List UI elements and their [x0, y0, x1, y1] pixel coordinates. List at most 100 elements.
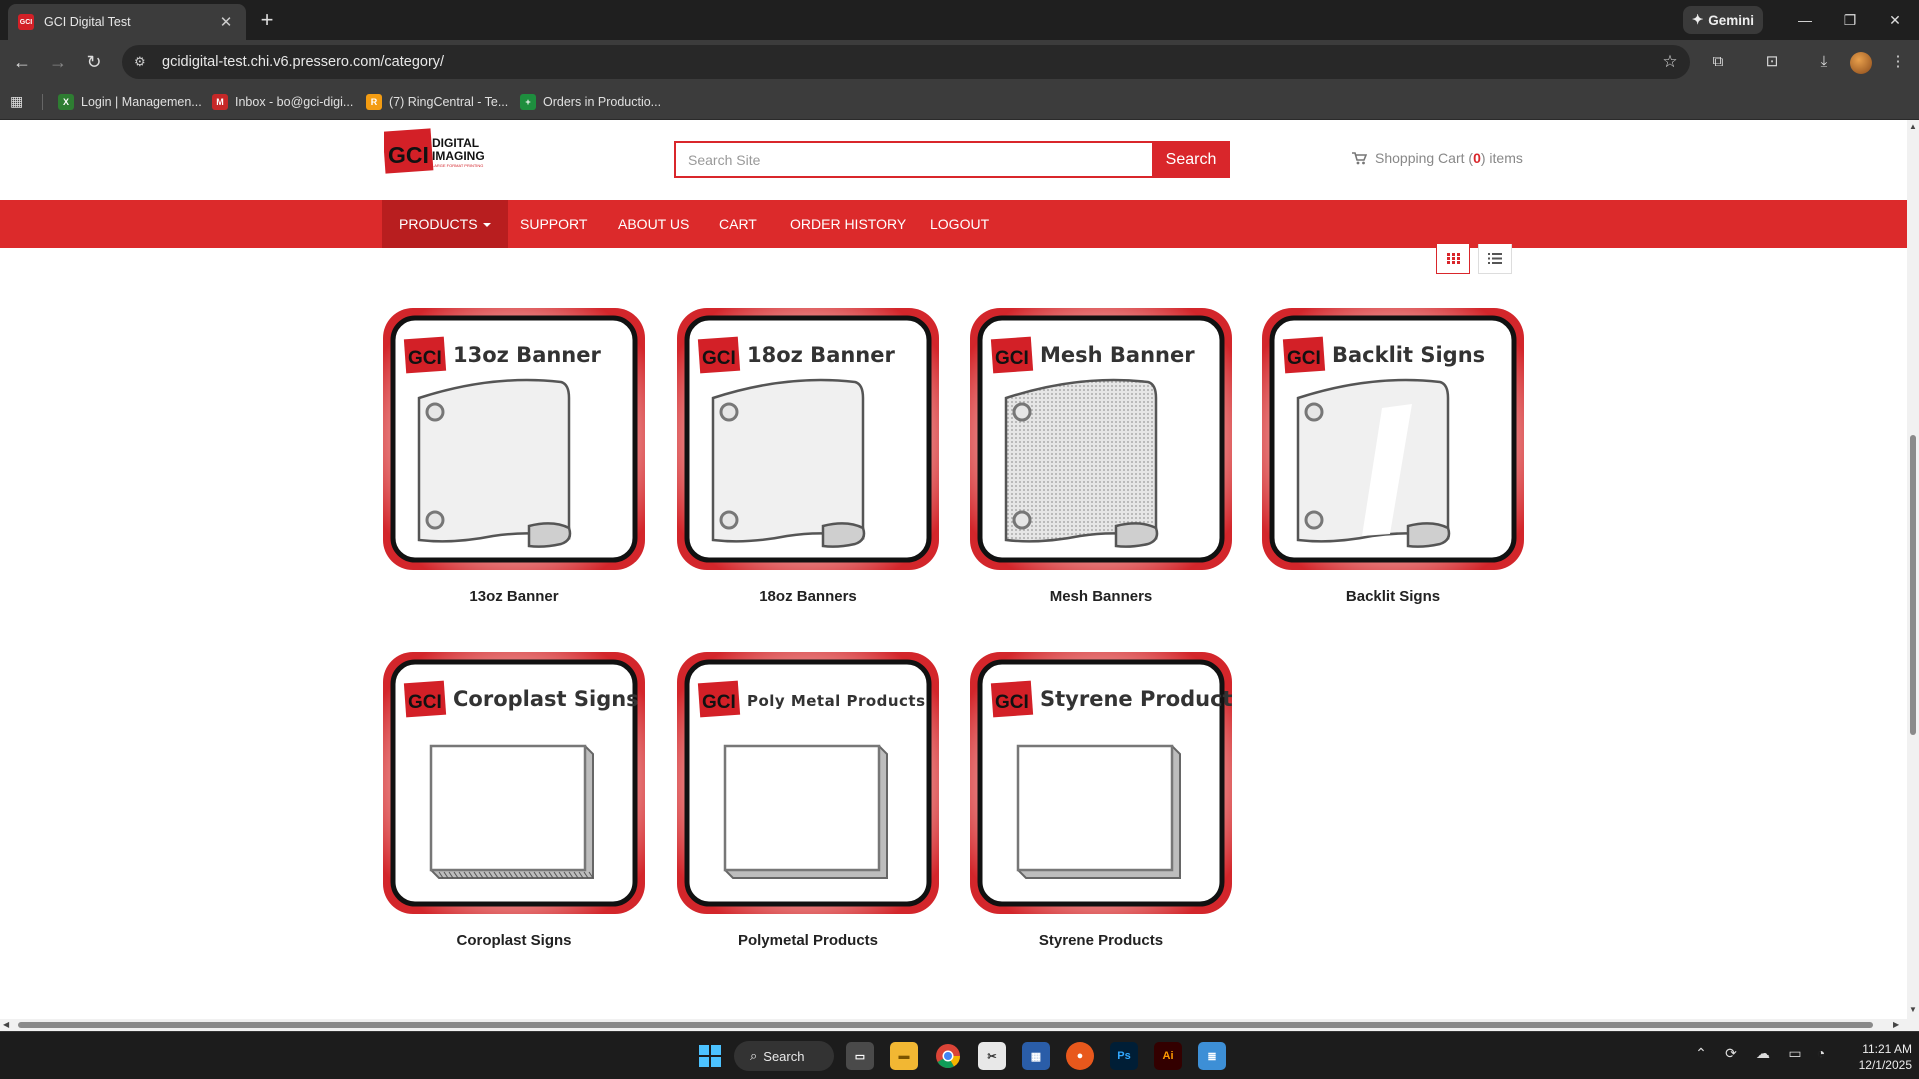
sync-icon[interactable]: ⟳	[1720, 1045, 1742, 1062]
shopping-cart-link[interactable]: Shopping Cart (0) items	[1352, 150, 1523, 166]
scroll-up-icon[interactable]: ▲	[1909, 122, 1917, 131]
photoshop-icon[interactable]: Ps	[1110, 1042, 1138, 1070]
network-icon[interactable]: ◔	[1810, 1045, 1832, 1061]
display-icon[interactable]: ▭	[1784, 1045, 1806, 1062]
search-icon: ⌕	[750, 1048, 758, 1063]
bookmark-star-icon[interactable]: ☆	[1650, 52, 1690, 72]
nav-support[interactable]: SUPPORT	[503, 200, 604, 248]
windows-start-icon[interactable]	[696, 1042, 724, 1070]
grid-view-toggle[interactable]	[1436, 244, 1470, 274]
nav-cart[interactable]: CART	[702, 200, 774, 248]
product-image[interactable]: GCI Backlit Signs	[1262, 308, 1524, 570]
back-arrow-icon[interactable]: ←	[8, 48, 36, 76]
sheets-icon: +	[520, 94, 536, 110]
nav-logout[interactable]: LOGOUT	[913, 200, 1006, 248]
task-view-icon[interactable]: ▭	[846, 1042, 874, 1070]
ringcentral-icon: R	[366, 94, 382, 110]
product-tile[interactable]: GCI Backlit Signs Backlit Signs	[1262, 308, 1524, 605]
reload-icon[interactable]: ↻	[80, 48, 108, 76]
bookmark-favicon-icon: X	[58, 94, 74, 110]
forward-arrow-icon[interactable]: →	[44, 48, 72, 76]
bookmark-item[interactable]: R (7) RingCentral - Te...	[366, 92, 508, 112]
tray-chevron-up-icon[interactable]: ⌃	[1690, 1045, 1712, 1062]
product-name[interactable]: 18oz Banners	[677, 588, 939, 605]
product-tile[interactable]: GCI 18oz Banner 18oz Banners	[677, 308, 939, 605]
cloud-offline-icon[interactable]: ☁	[1752, 1045, 1774, 1062]
bookmark-item[interactable]: X Login | Managemen...	[58, 92, 202, 112]
nav-order-history[interactable]: ORDER HISTORY	[773, 200, 923, 248]
product-image[interactable]: GCI Coroplast Signs	[383, 652, 645, 914]
svg-text:GCI: GCI	[995, 692, 1029, 713]
product-name[interactable]: Mesh Banners	[970, 588, 1232, 605]
bookmark-item[interactable]: + Orders in Productio...	[520, 92, 661, 112]
web-page: GCI DIGITAL IMAGING LARGE FORMAT PRINTIN…	[0, 120, 1907, 1019]
vertical-scroll-thumb[interactable]	[1910, 435, 1916, 735]
scroll-down-icon[interactable]: ▼	[1909, 1005, 1917, 1014]
product-image[interactable]: GCI 18oz Banner	[677, 308, 939, 570]
product-name[interactable]: Polymetal Products	[677, 932, 939, 949]
gemini-button[interactable]: ✦ Gemini	[1683, 6, 1763, 34]
search-button[interactable]: Search	[1152, 141, 1230, 178]
gemini-label: Gemini	[1708, 12, 1755, 28]
illustrator-icon[interactable]: Ai	[1154, 1042, 1182, 1070]
minimize-icon[interactable]: —	[1785, 6, 1825, 34]
bookmark-item[interactable]: M Inbox - bo@gci-digi...	[212, 92, 353, 112]
new-tab-plus-icon[interactable]: +	[254, 8, 280, 34]
url-text[interactable]: gcidigital-test.chi.v6.pressero.com/cate…	[162, 54, 1650, 70]
scroll-left-icon[interactable]: ◀	[3, 1020, 9, 1029]
product-tile[interactable]: GCI Poly Metal Products Polymetal Products	[677, 652, 939, 949]
svg-text:GCI: GCI	[995, 348, 1029, 369]
downloads-icon[interactable]: ⤓	[1812, 50, 1836, 74]
paint-app-icon[interactable]: ●	[1066, 1042, 1094, 1070]
product-image[interactable]: GCI Mesh Banner	[970, 308, 1232, 570]
tab-title: GCI Digital Test	[44, 15, 131, 29]
horizontal-scrollbar[interactable]: ◀ ▶	[0, 1019, 1919, 1031]
product-image[interactable]: GCI 13oz Banner	[383, 308, 645, 570]
product-image[interactable]: GCI Styrene Products	[970, 652, 1232, 914]
vertical-scrollbar[interactable]: ▲ ▼	[1907, 120, 1919, 1019]
svg-text:DIGITAL: DIGITAL	[432, 136, 479, 150]
apps-grid-icon[interactable]: ▦	[10, 93, 28, 111]
browser-tab-bar: GCI GCI Digital Test ✕ + ✦ Gemini — ❐ ✕	[0, 0, 1919, 40]
product-name[interactable]: Backlit Signs	[1262, 588, 1524, 605]
bookmark-label: Login | Managemen...	[81, 95, 202, 109]
browser-toolbar: ← → ↻ ⚙ gcidigital-test.chi.v6.pressero.…	[0, 40, 1919, 84]
notepad-icon[interactable]: ≣	[1198, 1042, 1226, 1070]
menu-dots-icon[interactable]: ⋮	[1886, 50, 1910, 74]
taskbar-search-label: Search	[763, 1048, 805, 1064]
calculator-icon[interactable]: ▦	[1022, 1042, 1050, 1070]
close-window-icon[interactable]: ✕	[1875, 6, 1915, 34]
taskbar-search[interactable]: ⌕ Search	[734, 1041, 834, 1071]
extensions-icon[interactable]: ⧉	[1706, 50, 1730, 74]
snipping-tool-icon[interactable]: ✂	[978, 1042, 1006, 1070]
cart-icon	[1352, 151, 1367, 164]
system-clock[interactable]: 11:21 AM 12/1/2025	[1840, 1041, 1912, 1073]
product-name[interactable]: Styrene Products	[970, 932, 1232, 949]
product-tile[interactable]: GCI Styrene Products Styrene Products	[970, 652, 1232, 949]
profile-avatar[interactable]	[1850, 52, 1872, 74]
tab-close-icon[interactable]: ✕	[216, 13, 236, 31]
product-tile[interactable]: GCI Mesh Banner Mesh Banners	[970, 308, 1232, 605]
product-name[interactable]: Coroplast Signs	[383, 932, 645, 949]
product-tile[interactable]: GCI Coroplast Signs Coroplast Signs	[383, 652, 645, 949]
horizontal-scroll-thumb[interactable]	[18, 1022, 1873, 1028]
address-bar[interactable]: ⚙ gcidigital-test.chi.v6.pressero.com/ca…	[122, 45, 1690, 79]
product-name[interactable]: 13oz Banner	[383, 588, 645, 605]
svg-text:IMAGING: IMAGING	[432, 149, 485, 163]
restore-icon[interactable]: ❐	[1830, 6, 1870, 34]
nav-products[interactable]: PRODUCTS	[382, 200, 508, 248]
site-info-icon[interactable]: ⚙	[134, 54, 152, 70]
bookmark-label: Orders in Productio...	[543, 95, 662, 109]
product-image[interactable]: GCI Poly Metal Products	[677, 652, 939, 914]
scroll-right-icon[interactable]: ▶	[1893, 1020, 1899, 1029]
list-view-toggle[interactable]	[1478, 244, 1512, 274]
nav-about-us[interactable]: ABOUT US	[601, 200, 706, 248]
chrome-icon[interactable]	[934, 1042, 962, 1070]
browser-tab[interactable]: GCI GCI Digital Test ✕	[8, 4, 246, 40]
search-input[interactable]	[674, 141, 1152, 178]
file-explorer-icon[interactable]: ▬	[890, 1042, 918, 1070]
tab-search-icon[interactable]: ⊡	[1760, 50, 1784, 74]
product-tile[interactable]: GCI 13oz Banner 13oz Banner	[383, 308, 645, 605]
svg-text:GCI: GCI	[408, 692, 442, 713]
gci-logo[interactable]: GCI DIGITAL IMAGING LARGE FORMAT PRINTIN…	[384, 126, 489, 176]
